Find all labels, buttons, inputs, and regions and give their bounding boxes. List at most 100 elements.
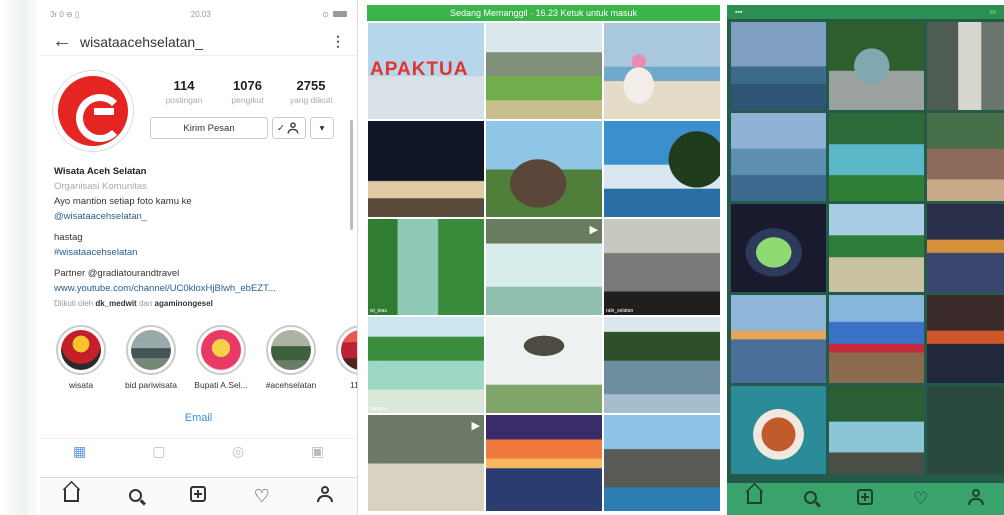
heart-icon[interactable]: ♡: [908, 489, 934, 509]
photo-tile[interactable]: rale_selatan: [604, 219, 720, 315]
photo-tile[interactable]: [829, 113, 924, 201]
add-post-icon[interactable]: [183, 486, 213, 507]
bio-hashtag-label: hastag: [54, 232, 83, 243]
stat-posts[interactable]: 114 postingan: [154, 78, 214, 105]
home-icon[interactable]: [57, 486, 87, 507]
photo-tile[interactable]: [731, 204, 826, 292]
bio-partner: Partner @gradiatourandtravel: [54, 268, 180, 279]
profile-username: wisataacehselatan_: [80, 33, 203, 50]
photo-tile[interactable]: [486, 121, 602, 217]
highlight-item[interactable]: bid pariwisata: [122, 325, 180, 390]
profile-icon[interactable]: [310, 486, 340, 507]
photo-caption: sanaea: [370, 406, 387, 412]
search-icon[interactable]: [120, 486, 150, 507]
bottom-navigation: ♡: [40, 477, 357, 515]
bio-website-link[interactable]: www.youtube.com/channel/UC0kloxHjBlwh_eb…: [54, 281, 343, 296]
profile-summary: 114 postingan 1076 pengikut 2755 yang diiku…: [40, 56, 357, 156]
highlight-label: 113 w: [349, 380, 357, 390]
list-view-icon[interactable]: ▢: [144, 442, 174, 462]
photo-tile[interactable]: [927, 295, 1004, 383]
profile-avatar[interactable]: [52, 70, 134, 152]
photo-tile[interactable]: [604, 121, 720, 217]
photo-tile[interactable]: [927, 386, 1004, 474]
follow-person-button[interactable]: ✓: [272, 117, 306, 139]
photo-tile[interactable]: [731, 295, 826, 383]
highlight-item[interactable]: Bupati A.Sel...: [192, 325, 250, 390]
profile-icon[interactable]: [963, 488, 989, 510]
add-post-icon[interactable]: [852, 488, 878, 510]
photo-tile[interactable]: [486, 23, 602, 119]
status-bar: 3r 0 ⊖ ▯ 20.03 ⊙: [40, 0, 357, 28]
back-arrow-icon[interactable]: ←: [52, 30, 80, 53]
email-button[interactable]: Email: [40, 412, 357, 424]
photo-tile[interactable]: [604, 317, 720, 413]
tagged-icon[interactable]: ▣: [302, 442, 332, 462]
photo-tile[interactable]: [927, 22, 1004, 110]
photo-tile[interactable]: sanaea: [368, 317, 484, 413]
stat-label: postingan: [165, 95, 203, 105]
person-icon: [287, 122, 299, 134]
photo-tile[interactable]: [731, 113, 826, 201]
stat-label: pengikut: [231, 95, 264, 105]
scrollbar[interactable]: [350, 120, 353, 230]
photo-tile[interactable]: ▶: [486, 219, 602, 315]
profile-category: Organisasi Komunitas: [54, 181, 147, 192]
status-left: 3r 0 ⊖ ▯: [50, 9, 80, 19]
signal-icon: ▪▪▪: [735, 8, 743, 16]
photo-tile[interactable]: [604, 415, 720, 511]
send-message-button[interactable]: Kirim Pesan: [150, 117, 268, 139]
grid-view-icon[interactable]: ▦: [65, 442, 95, 462]
stat-following[interactable]: 2755 yang diikuti: [281, 78, 341, 105]
more-options-icon[interactable]: ⋮: [331, 33, 345, 50]
stat-value: 2755: [296, 78, 326, 93]
explore-screen-dark: ▪▪▪ ▭ ♡: [727, 5, 1004, 515]
highlight-item[interactable]: #acehselatan: [262, 325, 320, 390]
photo-tile[interactable]: wi_teas: [368, 219, 484, 315]
photo-tile[interactable]: [829, 295, 924, 383]
photo-tile[interactable]: [731, 22, 826, 110]
heart-icon[interactable]: ♡: [247, 486, 277, 507]
profile-stats-area: 114 postingan 1076 pengikut 2755 yang diiku…: [134, 70, 345, 156]
photo-tile[interactable]: [368, 121, 484, 217]
background: [0, 0, 40, 515]
highlight-item[interactable]: 113 w: [332, 325, 357, 390]
profile-screen: 3r 0 ⊖ ▯ 20.03 ⊙ ← wisataacehselatan_ ⋮ …: [40, 0, 358, 515]
photo-tile[interactable]: [604, 23, 720, 119]
photo-tile[interactable]: [829, 22, 924, 110]
bio-line: Ayo mantion setiap foto kamu ke: [54, 196, 192, 207]
highlight-label: #acehselatan: [265, 380, 317, 390]
profile-bio: Wisata Aceh Selatan Organisasi Komunitas…: [40, 156, 357, 311]
profile-actions: Kirim Pesan ✓ ▾: [150, 117, 345, 139]
profile-stats: 114 postingan 1076 pengikut 2755 yang diiku…: [150, 70, 345, 105]
reels-icon[interactable]: ◎: [223, 442, 253, 462]
photo-tile[interactable]: [486, 317, 602, 413]
followed-by[interactable]: Diikuti oleh dk_medwit dan agaminongesel: [54, 296, 343, 311]
photo-tile[interactable]: APAKTUA: [368, 23, 484, 119]
home-icon[interactable]: [742, 489, 768, 509]
highlight-item[interactable]: wisata: [52, 325, 110, 390]
photo-grid: APAKTUA wi_teas ▶ rale_selatan sanaea ▶: [367, 21, 720, 511]
status-icons: ⊙: [322, 10, 347, 19]
bottom-navigation: ♡: [727, 483, 1004, 515]
photo-caption: wi_teas: [370, 308, 387, 314]
photo-grid: [727, 19, 1004, 474]
battery-icon: ▭: [989, 9, 996, 16]
bio-hashtag-link[interactable]: #wisataacehselatan: [54, 245, 343, 260]
profile-display-name: Wisata Aceh Selatan: [54, 166, 147, 177]
suggestions-dropdown-button[interactable]: ▾: [310, 117, 334, 139]
highlight-label: Bupati A.Sel...: [194, 380, 248, 390]
call-banner[interactable]: Sedang Memanggil · 16.23 Ketuk untuk mas…: [367, 5, 720, 21]
photo-tile[interactable]: [829, 386, 924, 474]
status-bar: ▪▪▪ ▭: [727, 5, 1004, 19]
explore-screen: Sedang Memanggil · 16.23 Ketuk untuk mas…: [367, 5, 720, 515]
photo-tile[interactable]: [829, 204, 924, 292]
photo-tile[interactable]: [927, 204, 1004, 292]
photo-tile[interactable]: [731, 386, 826, 474]
search-icon[interactable]: [797, 489, 823, 509]
highlight-label: wisata: [68, 380, 94, 390]
bio-mention-link[interactable]: @wisataacehselatan_: [54, 209, 343, 224]
photo-tile[interactable]: ▶: [368, 415, 484, 511]
stat-followers[interactable]: 1076 pengikut: [218, 78, 278, 105]
photo-tile[interactable]: [927, 113, 1004, 201]
photo-tile[interactable]: [486, 415, 602, 511]
